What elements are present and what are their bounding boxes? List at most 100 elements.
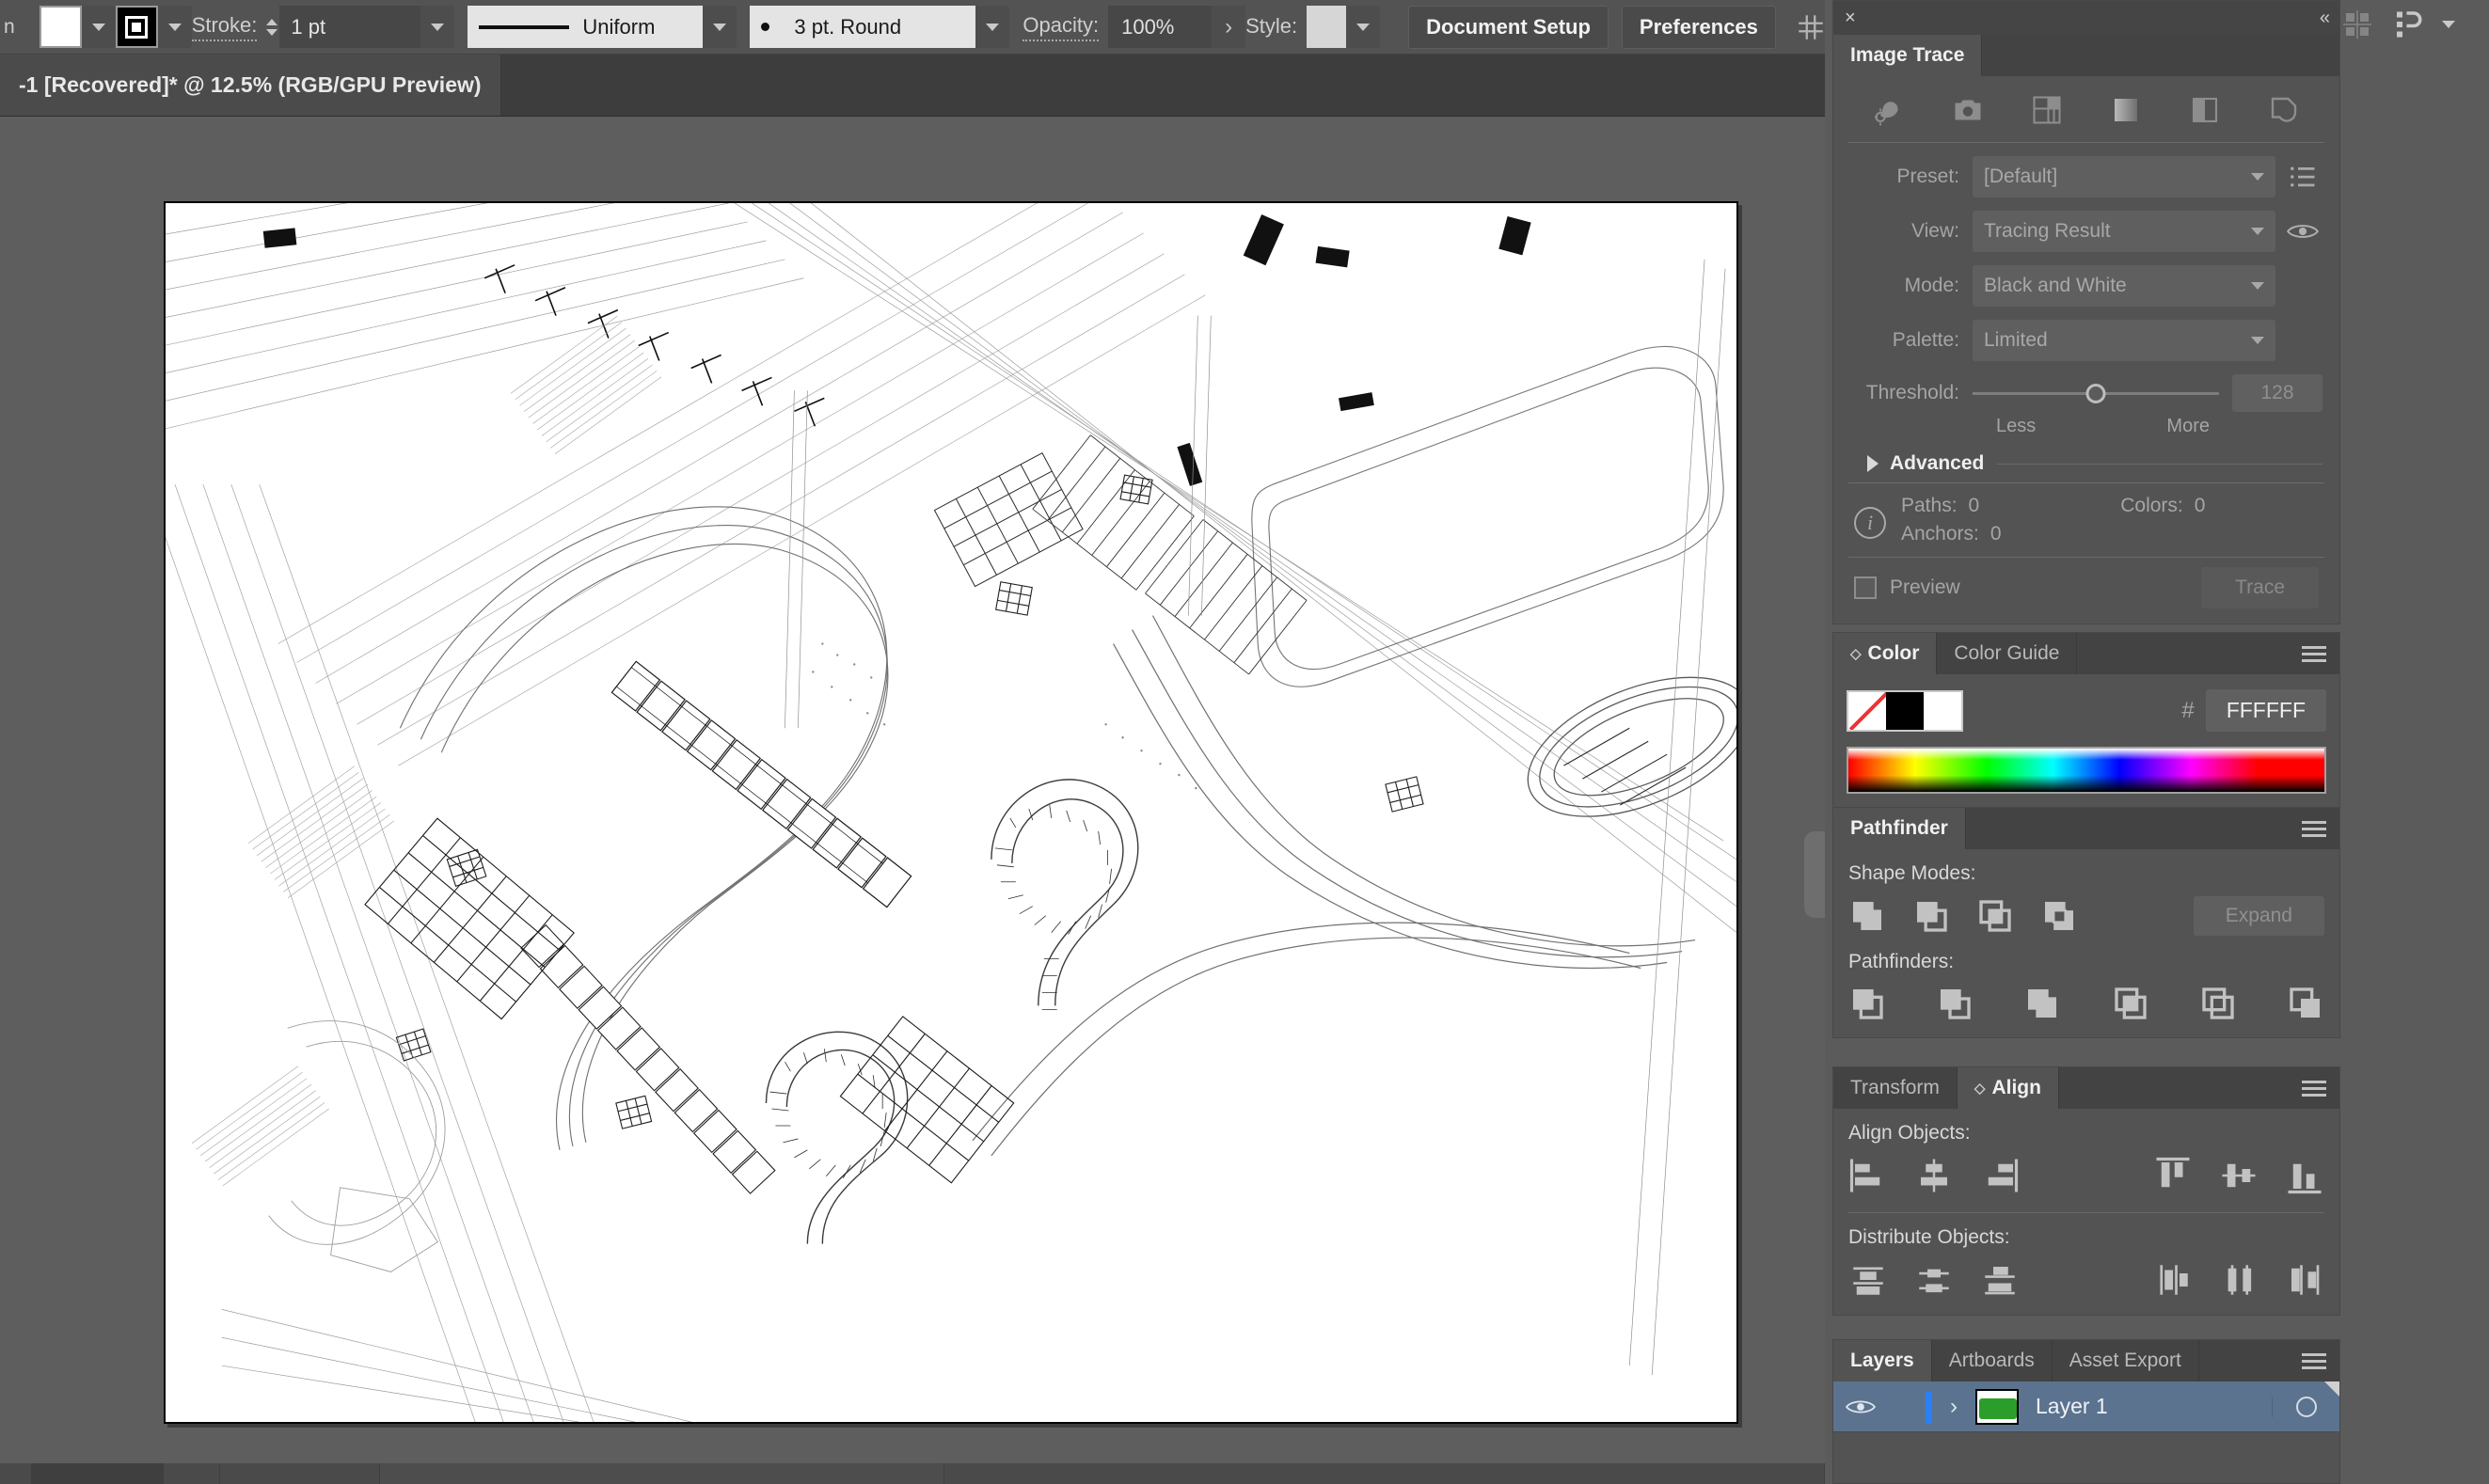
layers-empty-area[interactable] — [1833, 1432, 2339, 1464]
white-swatch[interactable] — [1924, 692, 1961, 730]
pathfinder-menu-button[interactable] — [2289, 808, 2339, 849]
crop-icon[interactable] — [2112, 985, 2149, 1022]
select-similar-icon[interactable] — [1795, 11, 1827, 43]
grayscale-icon[interactable] — [2106, 93, 2146, 127]
auto-color-icon[interactable] — [1869, 93, 1909, 127]
fill-swatch[interactable] — [40, 6, 82, 48]
stroke-profile-combo[interactable]: Uniform — [468, 6, 737, 48]
exclude-icon[interactable] — [2040, 897, 2078, 935]
fill-swatch-control[interactable] — [40, 6, 116, 48]
distribute-vertical-top-icon[interactable] — [1848, 1260, 1888, 1300]
tab-artboards[interactable]: Artboards — [1932, 1340, 2053, 1381]
tab-color-guide[interactable]: Color Guide — [1937, 633, 2077, 674]
minus-back-icon[interactable] — [2287, 985, 2324, 1022]
stroke-swatch[interactable] — [116, 6, 158, 48]
canvas-area[interactable] — [0, 117, 1825, 1463]
distribute-vertical-center-icon[interactable] — [1914, 1260, 1954, 1300]
graphic-style-swatch[interactable] — [1307, 6, 1346, 48]
graphic-style-combo[interactable] — [1307, 6, 1380, 48]
tab-color[interactable]: ◇ Color — [1833, 633, 1937, 674]
align-menu-button[interactable] — [2289, 1067, 2339, 1109]
low-color-photo-icon[interactable] — [2027, 93, 2067, 127]
color-panel-menu-button[interactable] — [2289, 633, 2339, 674]
outline-icon[interactable] — [2264, 93, 2304, 127]
view-preview-toggle[interactable] — [2283, 221, 2323, 242]
align-bottom-icon[interactable] — [2285, 1156, 2324, 1195]
align-horizontal-center-icon[interactable] — [1914, 1156, 1954, 1195]
threshold-value-field[interactable]: 128 — [2232, 374, 2323, 412]
opacity-expand-button[interactable]: › — [1212, 6, 1245, 48]
hex-input-group[interactable]: # FFFFFF — [2181, 689, 2326, 732]
mode-select[interactable]: Black and White — [1973, 265, 2275, 307]
advanced-section-toggle[interactable]: Advanced — [1850, 452, 2323, 475]
preview-checkbox[interactable] — [1854, 576, 1877, 599]
align-left-icon[interactable] — [1848, 1156, 1888, 1195]
black-swatch[interactable] — [1886, 692, 1924, 730]
view-select[interactable]: Tracing Result — [1973, 211, 2275, 252]
expand-button[interactable]: Expand — [2194, 896, 2324, 936]
trace-button[interactable]: Trace — [2201, 567, 2319, 608]
stroke-label[interactable]: Stroke: — [192, 13, 258, 41]
tab-asset-export[interactable]: Asset Export — [2053, 1340, 2199, 1381]
palette-select[interactable]: Limited — [1973, 320, 2275, 361]
merge-icon[interactable] — [2023, 985, 2061, 1022]
preview-checkbox-group[interactable]: Preview — [1854, 576, 1960, 599]
intersect-icon[interactable] — [1976, 897, 2014, 935]
layer-name[interactable]: Layer 1 — [2019, 1394, 2272, 1419]
tab-pathfinder[interactable]: Pathfinder — [1833, 808, 1966, 849]
high-color-photo-icon[interactable] — [1948, 93, 1988, 127]
stroke-weight-combo[interactable]: 1 pt — [279, 6, 454, 48]
opacity-field[interactable]: 100% — [1108, 6, 1212, 48]
artboard-grid-icon[interactable] — [2340, 8, 2374, 41]
color-spectrum-ramp[interactable] — [1847, 747, 2326, 794]
tab-align[interactable]: ◇ Align — [1958, 1067, 2059, 1109]
layer-target-indicator[interactable] — [2272, 1397, 2339, 1417]
align-right-icon[interactable] — [1980, 1156, 2020, 1195]
stroke-weight-field[interactable]: 1 pt — [279, 6, 420, 48]
hex-input[interactable]: FFFFFF — [2206, 689, 2326, 732]
chevron-up-icon[interactable] — [266, 19, 277, 25]
stroke-weight-stepper[interactable] — [266, 19, 277, 36]
black-and-white-icon[interactable] — [2185, 93, 2225, 127]
fill-swatch-dropdown[interactable] — [82, 6, 116, 48]
document-tab[interactable]: -1 [Recovered]* @ 12.5% (RGB/GPU Preview… — [0, 55, 501, 116]
minus-front-icon[interactable] — [1912, 897, 1950, 935]
stroke-profile-dropdown[interactable] — [703, 6, 737, 48]
divide-icon[interactable] — [1848, 985, 1886, 1022]
brush-definition-field[interactable]: 3 pt. Round — [750, 6, 975, 48]
threshold-slider[interactable] — [1973, 392, 2219, 395]
collapse-icon[interactable]: « — [2320, 8, 2328, 29]
none-swatch[interactable] — [1848, 692, 1886, 730]
tab-layers[interactable]: Layers — [1833, 1340, 1932, 1381]
preset-select[interactable]: [Default] — [1973, 156, 2275, 197]
tab-transform[interactable]: Transform — [1833, 1067, 1958, 1109]
layer-visibility-toggle[interactable] — [1833, 1397, 1888, 1416]
stroke-weight-dropdown[interactable] — [420, 6, 454, 48]
chevron-down-icon[interactable] — [266, 29, 277, 36]
document-setup-button[interactable]: Document Setup — [1408, 6, 1609, 49]
preferences-button[interactable]: Preferences — [1622, 6, 1776, 49]
layer-row[interactable]: › Layer 1 — [1833, 1381, 2339, 1432]
stroke-profile-field[interactable]: Uniform — [468, 6, 703, 48]
brush-definition-dropdown[interactable] — [975, 6, 1009, 48]
snap-to-glyph-icon[interactable] — [2391, 8, 2425, 41]
distribute-horizontal-center-icon[interactable] — [2219, 1260, 2259, 1300]
layers-menu-button[interactable] — [2289, 1340, 2339, 1381]
canvas-vertical-scrollbar-thumb[interactable] — [1804, 831, 1825, 918]
threshold-slider-handle[interactable] — [2086, 384, 2106, 403]
unite-icon[interactable] — [1848, 897, 1886, 935]
layer-expand-arrow[interactable]: › — [1932, 1394, 1975, 1420]
preset-menu-button[interactable] — [2283, 165, 2323, 189]
distribute-horizontal-left-icon[interactable] — [2153, 1260, 2193, 1300]
brush-definition-combo[interactable]: 3 pt. Round — [750, 6, 1009, 48]
stroke-swatch-dropdown[interactable] — [158, 6, 192, 48]
distribute-vertical-bottom-icon[interactable] — [1980, 1260, 2020, 1300]
graphic-style-dropdown[interactable] — [1346, 6, 1380, 48]
trim-icon[interactable] — [1936, 985, 1974, 1022]
outline-icon[interactable] — [2199, 985, 2237, 1022]
close-icon[interactable]: × — [1845, 8, 1856, 27]
opacity-label[interactable]: Opacity: — [1023, 13, 1099, 41]
align-vertical-center-icon[interactable] — [2219, 1156, 2259, 1195]
artboard[interactable] — [164, 201, 1738, 1424]
align-top-icon[interactable] — [2153, 1156, 2193, 1195]
